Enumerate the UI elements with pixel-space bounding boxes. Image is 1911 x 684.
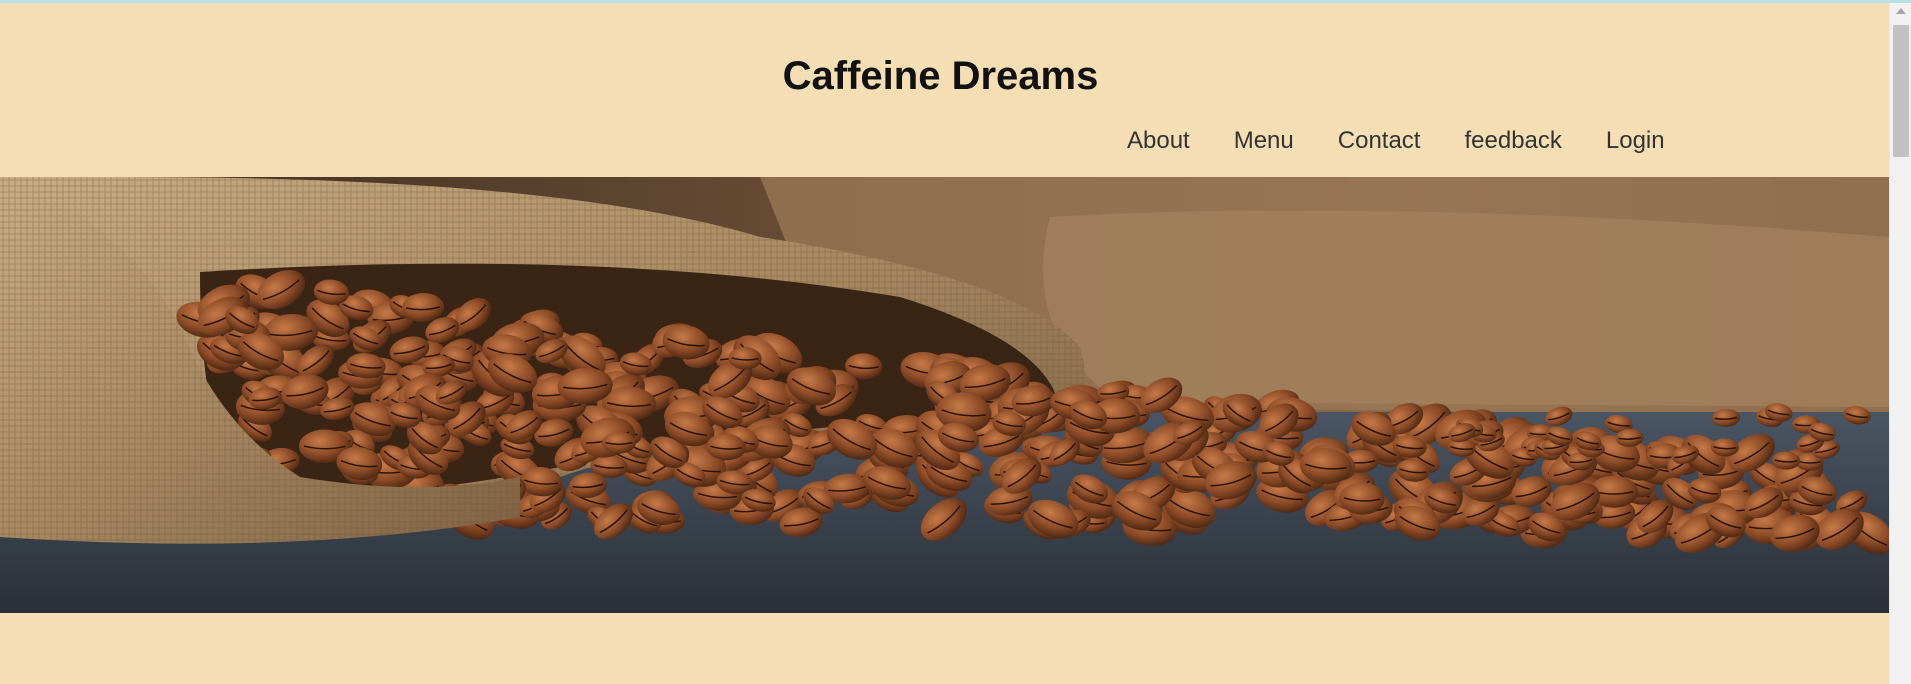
hero-image-coffee-beans: [0, 177, 1889, 613]
main-nav: About Menu Contact feedback Login: [1105, 127, 1687, 155]
nav-link-login[interactable]: Login: [1584, 127, 1687, 155]
scroll-up-arrow-icon[interactable]: [1896, 8, 1906, 14]
site-title: Caffeine Dreams: [782, 54, 1099, 98]
nav-link-menu[interactable]: Menu: [1212, 127, 1316, 155]
page: Caffeine Dreams About Menu Contact feedb…: [0, 0, 1911, 684]
scrollbar-thumb[interactable]: [1893, 25, 1909, 157]
nav-link-contact[interactable]: Contact: [1316, 127, 1443, 155]
nav-link-feedback[interactable]: feedback: [1442, 127, 1583, 155]
nav-link-about[interactable]: About: [1105, 127, 1212, 155]
vertical-scrollbar[interactable]: [1889, 3, 1911, 684]
